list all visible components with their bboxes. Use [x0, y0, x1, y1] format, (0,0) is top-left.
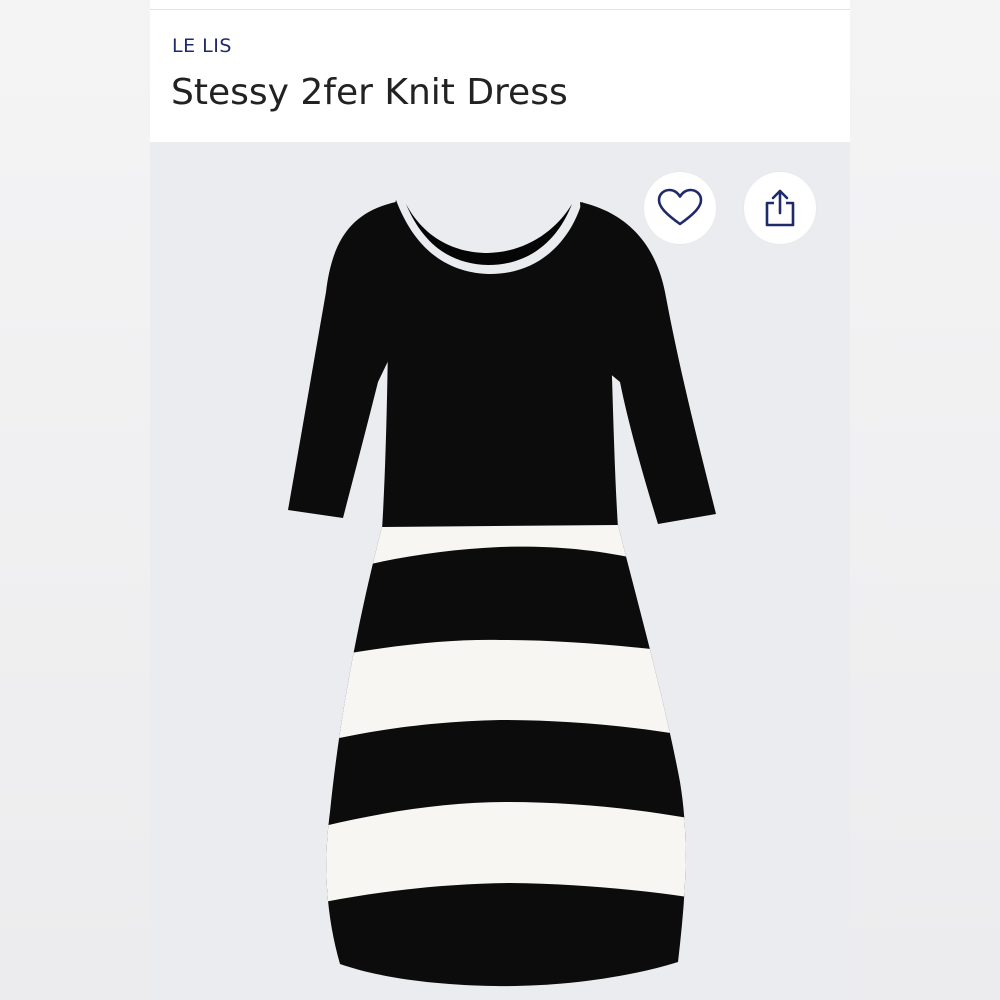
dress-image: [288, 200, 716, 987]
heart-outline-icon: [657, 188, 703, 226]
product-photo[interactable]: [150, 142, 850, 1000]
top-divider: [150, 9, 850, 10]
left-sleeve: [288, 202, 396, 518]
skirt: [326, 525, 686, 987]
share-button[interactable]: [744, 172, 816, 244]
share-upload-icon: [765, 189, 795, 227]
favorite-button[interactable]: [644, 172, 716, 244]
brand-link[interactable]: LE LIS: [172, 35, 232, 57]
left-margin: [0, 0, 150, 1000]
bodice: [382, 200, 618, 530]
product-card: LE LIS Stessy 2fer Knit Dress: [150, 0, 850, 1000]
product-title: Stessy 2fer Knit Dress: [171, 72, 568, 113]
right-margin: [850, 0, 1000, 1000]
